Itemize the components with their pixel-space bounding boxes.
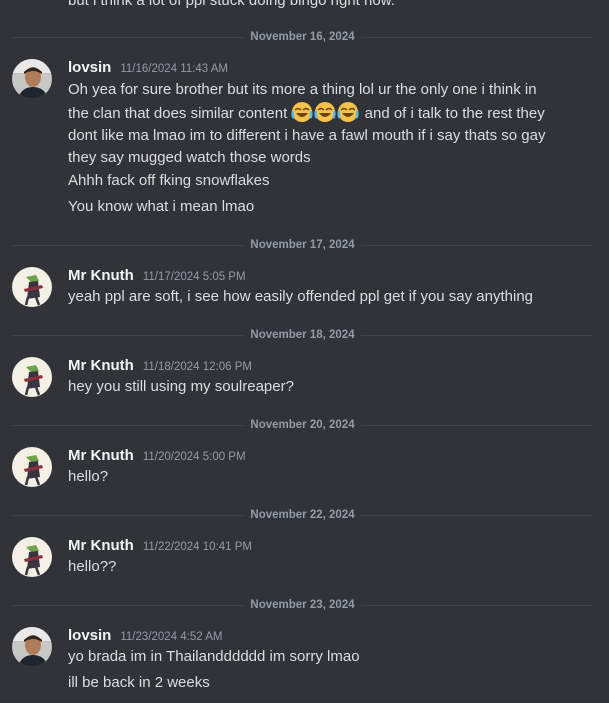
timestamp[interactable]: 11/17/2024 5:05 PM — [143, 271, 246, 283]
message-text: Oh yea for sure brother but its more a t… — [68, 79, 558, 169]
username[interactable]: Mr Knuth — [68, 447, 134, 464]
joy-emoji-icon[interactable] — [314, 101, 337, 123]
date-divider: November 18, 2024 — [12, 327, 594, 343]
timestamp[interactable]: 11/20/2024 5:00 PM — [143, 451, 246, 463]
date-divider-text: November 22, 2024 — [250, 509, 355, 521]
username[interactable]: Mr Knuth — [68, 537, 134, 554]
mrknuth-avatar-icon — [12, 537, 52, 577]
message-text: yo brada im in Thailandddddd im sorry lm… — [68, 648, 360, 665]
mrknuth-avatar[interactable] — [12, 357, 52, 397]
message-text: You know what i mean lmao — [68, 198, 255, 215]
username[interactable]: lovsin — [68, 59, 111, 76]
mrknuth-avatar[interactable] — [12, 447, 52, 487]
mrknuth-avatar[interactable] — [12, 537, 52, 577]
username[interactable]: Mr Knuth — [68, 357, 134, 374]
message-text: yeah ppl are soft, i see how easily offe… — [68, 288, 534, 305]
joy-emoji-icon[interactable] — [291, 101, 314, 123]
date-divider-text: November 18, 2024 — [250, 329, 355, 341]
date-divider-text: November 20, 2024 — [250, 419, 355, 431]
partial-message-text: but i think a lot of ppl stuck doing bin… — [68, 0, 395, 9]
message-header: Mr Knuth 11/20/2024 5:00 PM — [68, 447, 246, 464]
date-divider: November 23, 2024 — [12, 597, 594, 613]
date-divider-text: November 17, 2024 — [250, 239, 355, 251]
message-text: hello?? — [68, 558, 117, 575]
message-header: lovsin 11/23/2024 4:52 AM — [68, 627, 222, 644]
message-header: Mr Knuth 11/18/2024 12:06 PM — [68, 357, 252, 374]
date-divider: November 22, 2024 — [12, 507, 594, 523]
date-divider-text: November 23, 2024 — [250, 599, 355, 611]
message-header: Mr Knuth 11/17/2024 5:05 PM — [68, 267, 246, 284]
mrknuth-avatar-icon — [12, 357, 52, 397]
timestamp[interactable]: 11/23/2024 4:52 AM — [120, 631, 222, 643]
username[interactable]: lovsin — [68, 627, 111, 644]
date-divider: November 20, 2024 — [12, 417, 594, 433]
mrknuth-avatar-icon — [12, 267, 52, 307]
joy-emoji-icon[interactable] — [337, 101, 360, 123]
mrknuth-avatar-icon — [12, 447, 52, 487]
timestamp[interactable]: 11/22/2024 10:41 PM — [143, 541, 252, 553]
username[interactable]: Mr Knuth — [68, 267, 134, 284]
message-text: Ahhh fack off fking snowflakes — [68, 172, 270, 189]
mrknuth-avatar[interactable] — [12, 267, 52, 307]
lovsin-avatar[interactable] — [12, 627, 52, 667]
lovsin-avatar-icon — [12, 59, 52, 99]
message-text: hey you still using my soulreaper? — [68, 378, 294, 395]
message-header: lovsin 11/16/2024 11:43 AM — [68, 59, 228, 76]
timestamp[interactable]: 11/16/2024 11:43 AM — [120, 63, 228, 75]
timestamp[interactable]: 11/18/2024 12:06 PM — [143, 361, 252, 373]
date-divider-text: November 16, 2024 — [250, 31, 355, 43]
lovsin-avatar-icon — [12, 627, 52, 667]
message-header: Mr Knuth 11/22/2024 10:41 PM — [68, 537, 252, 554]
lovsin-avatar[interactable] — [12, 59, 52, 99]
message-text: hello? — [68, 468, 109, 485]
date-divider: November 16, 2024 — [12, 29, 594, 45]
message-text: ill be back in 2 weeks — [68, 674, 210, 691]
date-divider: November 17, 2024 — [12, 237, 594, 253]
